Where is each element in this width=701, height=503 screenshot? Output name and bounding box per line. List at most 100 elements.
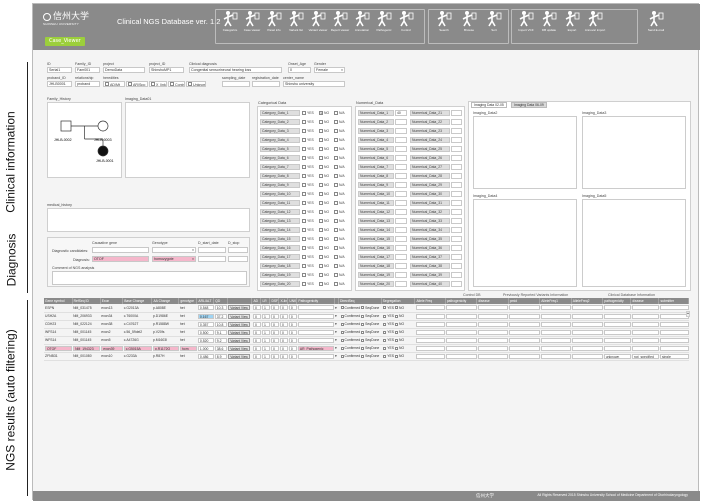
category-no-checkbox[interactable] <box>319 210 323 214</box>
numerical-value-field[interactable] <box>395 137 407 143</box>
cell-pmid[interactable] <box>508 328 540 337</box>
tool-search-button[interactable]: Search <box>433 10 455 40</box>
numerical-value-field[interactable] <box>451 254 462 260</box>
numerical-value-field[interactable] <box>451 245 462 251</box>
cell-pmid[interactable] <box>508 344 540 353</box>
tool-case-viewer-button[interactable]: Case viewer <box>241 10 263 40</box>
checkbox-icon[interactable] <box>395 346 399 350</box>
tool-annovar-import-button[interactable]: Annovar import <box>584 10 606 40</box>
table-row[interactable]: OTOF NM_194323 exon39 c.G5015A p.R1172Q hom 1.… <box>44 344 689 353</box>
variant-view-button[interactable]: Variant View <box>228 329 250 335</box>
numerical-value-field[interactable] <box>451 236 462 242</box>
cell-unk[interactable]: 0 <box>287 320 297 329</box>
cell-dsf[interactable]: 0 <box>269 344 279 353</box>
cell-af2[interactable] <box>571 336 603 345</box>
variant-view-button[interactable]: Variant View <box>228 305 250 311</box>
table-row[interactable]: WFS14 NM_001145 exon2 c.56_59del2 p.V20fs het… <box>44 328 689 337</box>
cell-lr[interactable]: 1 <box>260 328 270 337</box>
cell-cd[interactable] <box>630 344 659 353</box>
category-no-checkbox[interactable] <box>319 246 323 250</box>
cell-xl[interactable]: 0 <box>278 336 288 345</box>
cell-pathogenicity[interactable] <box>296 304 335 313</box>
variant-view-button[interactable]: Variant View <box>228 353 250 359</box>
category-no-checkbox[interactable]: × <box>319 111 323 115</box>
checkbox-icon[interactable] <box>340 338 344 342</box>
category-na-checkbox[interactable] <box>334 138 338 142</box>
category-na-checkbox[interactable] <box>334 201 338 205</box>
variant-view-button[interactable]: Variant View <box>228 313 250 319</box>
cell-af1[interactable] <box>539 312 572 321</box>
cell-unk[interactable]: 0 <box>287 344 297 353</box>
tool-panel-info-button[interactable]: Panel info <box>263 10 285 40</box>
table-row[interactable]: WFS14 NM_001145 exon5 c.A4726G p.M1603I het 0.… <box>44 336 689 345</box>
cell-segregation[interactable]: YES NO <box>381 312 415 321</box>
numerical-value-field[interactable] <box>395 164 407 170</box>
cell-lr[interactable]: 1 <box>260 336 270 345</box>
cell-pmid[interactable] <box>508 304 540 313</box>
checkbox-icon[interactable] <box>340 314 344 318</box>
cell-lr[interactable]: 1 <box>260 344 270 353</box>
cell-dsf[interactable]: 0 <box>269 336 279 345</box>
imaging-data1-panel[interactable] <box>125 102 250 178</box>
numerical-value-field[interactable] <box>395 182 407 188</box>
cell-lr[interactable]: 1 <box>260 304 270 313</box>
cell-ad[interactable]: 0 <box>251 320 261 329</box>
numerical-value-field[interactable] <box>395 254 407 260</box>
category-no-checkbox[interactable] <box>319 255 323 259</box>
cell-cs[interactable] <box>658 328 689 337</box>
center-name-field[interactable]: Shinshu university <box>283 81 345 87</box>
numerical-value-field[interactable] <box>395 119 407 125</box>
cell-cp[interactable] <box>602 328 631 337</box>
variant-view-button[interactable]: Variant View <box>228 345 250 351</box>
cell-dsf[interactable]: 0 <box>269 312 279 321</box>
category-no-checkbox[interactable] <box>319 228 323 232</box>
numerical-value-field[interactable] <box>451 110 462 116</box>
category-no-checkbox[interactable] <box>319 273 323 277</box>
cell-directseq[interactable]: Confirmed SeqDone <box>338 336 382 345</box>
checkbox-icon[interactable] <box>361 346 365 350</box>
cell-ad[interactable]: 0 <box>251 344 261 353</box>
checkbox-icon[interactable] <box>395 306 399 310</box>
imaging-data2-box[interactable] <box>473 116 577 189</box>
family-history-panel[interactable]: JHLB-0002 JHLB-0003 JHLB-0001 <box>47 102 122 178</box>
category-no-checkbox[interactable] <box>319 192 323 196</box>
checkbox-icon[interactable] <box>383 314 387 318</box>
cell-af[interactable] <box>414 352 446 361</box>
cell-cs[interactable] <box>658 312 689 321</box>
tool-sort-button[interactable]: Sort <box>483 10 505 40</box>
checkbox-icon[interactable] <box>383 322 387 326</box>
cell-ad[interactable]: 0 <box>251 336 261 345</box>
cell-rp[interactable] <box>445 344 477 353</box>
cell-pmid[interactable] <box>508 336 540 345</box>
cell-segregation[interactable]: YES NO <box>381 320 415 329</box>
heredity-option-0[interactable]: AD/Mt <box>103 81 125 87</box>
cell-af[interactable] <box>414 312 446 321</box>
relationship-field[interactable]: proband <box>75 81 100 87</box>
checkbox-icon[interactable] <box>383 354 387 358</box>
category-na-checkbox[interactable] <box>334 192 338 196</box>
heredity-option-2[interactable]: X_linked <box>149 81 167 87</box>
cell-unk[interactable]: 0 <box>287 352 297 361</box>
category-na-checkbox[interactable] <box>334 246 338 250</box>
numerical-value-field[interactable] <box>451 173 462 179</box>
cell-unk[interactable]: 0 <box>287 312 297 321</box>
checkbox-icon[interactable] <box>383 306 387 310</box>
category-na-checkbox[interactable] <box>334 282 338 286</box>
tab-imaging-06-09[interactable]: Imaging Data 06-09 <box>511 102 547 108</box>
category-yes-checkbox[interactable] <box>302 282 306 286</box>
clinical-diagnosis-field[interactable]: Congenital sensorineural hearing loss <box>189 67 282 73</box>
category-no-checkbox[interactable] <box>319 237 323 241</box>
cell-pathogenicity[interactable] <box>296 328 335 337</box>
cell-pathogenicity[interactable] <box>296 336 335 345</box>
cell-af[interactable] <box>414 304 446 313</box>
numerical-value-field[interactable]: 40 <box>395 110 407 116</box>
cell-segregation[interactable]: YES NO <box>381 352 415 361</box>
tool-categorize-button[interactable]: Categorize <box>219 10 241 40</box>
diagnosis-stop-field[interactable] <box>228 256 248 262</box>
cell-dsf[interactable]: 0 <box>269 352 279 361</box>
cell-cd[interactable] <box>630 328 659 337</box>
onset-age-field[interactable]: 0 <box>288 67 311 73</box>
table-row[interactable]: ESPN NM_031475 exon13 c.G2013A p.A808E het 0.5… <box>44 304 689 313</box>
category-yes-checkbox[interactable] <box>302 210 306 214</box>
cell-rp[interactable] <box>445 336 477 345</box>
